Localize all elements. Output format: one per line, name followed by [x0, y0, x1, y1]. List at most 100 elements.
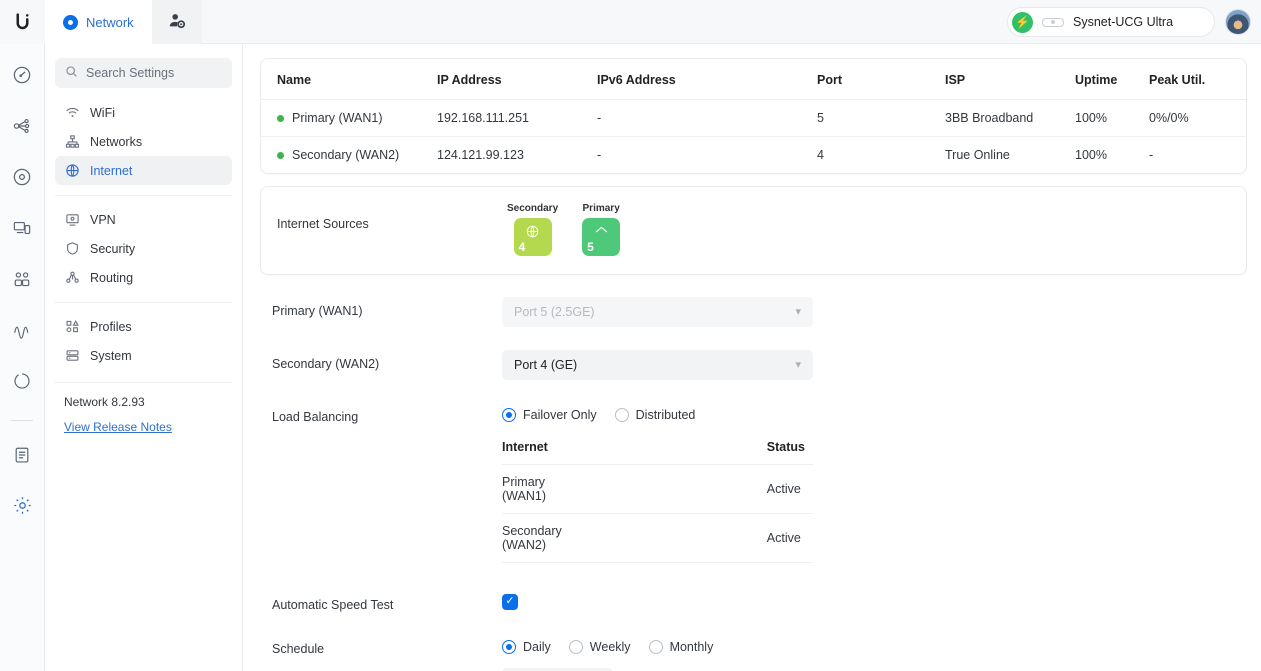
table-row[interactable]: Primary (WAN1) 192.168.111.251 - 5 3BB B…	[261, 99, 1246, 137]
rail-item-logs[interactable]	[5, 440, 39, 474]
cell-status: Active	[576, 513, 813, 563]
radio-label: Failover Only	[523, 408, 597, 422]
chevron-down-icon: ▾	[795, 358, 801, 371]
avatar[interactable]	[1225, 9, 1251, 35]
col-header-name[interactable]: Name	[261, 59, 429, 100]
cell-uptime: 100%	[1075, 148, 1107, 162]
radio-distributed[interactable]: Distributed	[614, 408, 695, 422]
system-icon	[64, 348, 80, 364]
ubiquiti-logo-icon[interactable]	[0, 0, 45, 44]
gauge-icon	[12, 65, 32, 90]
bolt-icon: ⚡	[1012, 11, 1033, 33]
search-input[interactable]: Search Settings	[55, 58, 232, 88]
rail-item-unifi-devices[interactable]	[5, 162, 39, 196]
tab-network-label: Network	[86, 14, 134, 30]
sidebar-item-label: Routing	[90, 270, 134, 285]
cell-isp: True Online	[945, 148, 1010, 162]
radio-weekly[interactable]: Weekly	[568, 640, 631, 654]
col-header-internet: Internet	[502, 440, 577, 465]
sidebar-item-wifi[interactable]: WiFi	[55, 98, 232, 127]
automatic-speed-test-checkbox[interactable]: ✓	[502, 593, 518, 610]
cell-name: Secondary (WAN2)	[261, 137, 429, 174]
sidebar-item-profiles[interactable]: Profiles	[55, 312, 232, 341]
sidebar-item-networks[interactable]: Networks	[55, 127, 232, 156]
radio-button[interactable]	[568, 640, 583, 654]
sidebar-item-routing[interactable]: Routing	[55, 263, 232, 292]
col-header-port[interactable]: Port	[809, 59, 937, 100]
col-header-ipv6[interactable]: IPv6 Address	[589, 59, 809, 100]
rail-item-client-devices[interactable]	[5, 213, 39, 247]
network-circle-icon	[63, 14, 78, 30]
rail-item-clients[interactable]	[5, 264, 39, 298]
internet-form: Primary (WAN1) Port 5 (2.5GE) ▾ Secondar…	[260, 297, 1247, 671]
source-tile-primary[interactable]: Primary 5	[582, 203, 621, 256]
col-header-uptime[interactable]: Uptime	[1067, 59, 1141, 100]
screen-device-icon	[12, 218, 32, 243]
label-secondary-wan: Secondary (WAN2)	[272, 357, 380, 371]
radio-monthly[interactable]: Monthly	[648, 640, 713, 654]
radio-daily[interactable]: Daily	[502, 640, 551, 654]
control-load-balancing: Failover Only Distributed Internet Statu…	[502, 403, 1247, 563]
rail-item-settings[interactable]	[5, 491, 39, 525]
control-speed-test: ✓	[502, 591, 1247, 610]
rail-item-insights[interactable]	[5, 315, 39, 349]
wave-icon	[12, 320, 32, 345]
control-secondary-wan: Port 4 (GE) ▾	[502, 350, 1247, 380]
tab-network[interactable]: Network	[45, 0, 152, 44]
sidebar-item-system[interactable]: System	[55, 341, 232, 370]
gear-icon	[12, 495, 33, 521]
source-tile-secondary[interactable]: Secondary 4	[507, 203, 558, 256]
tile-caption: Secondary	[507, 203, 559, 214]
tile-port-number: 4	[518, 240, 526, 254]
radio-failover-only[interactable]: Failover Only	[502, 408, 597, 422]
sidebar-item-security[interactable]: Security	[55, 234, 232, 263]
form-row-speed-test: Automatic Speed Test ✓	[272, 591, 1247, 612]
device-selector[interactable]: ⚡ Sysnet-UCG Ultra	[1007, 7, 1215, 37]
table-row[interactable]: Secondary (WAN2) 124.121.99.123 - 4 True…	[261, 137, 1246, 174]
tab-user-admin[interactable]	[151, 0, 202, 44]
radio-button[interactable]	[648, 640, 663, 654]
rail-item-topology[interactable]	[5, 111, 39, 145]
sidebar-item-internet[interactable]: Internet	[55, 156, 232, 185]
form-row-schedule: Schedule Daily Weekly Monthly	[272, 635, 1247, 671]
wan-name: Secondary (WAN2)	[292, 148, 400, 162]
cell-status: Active	[576, 464, 813, 514]
radio-label: Weekly	[589, 640, 631, 654]
rail-item-dashboard[interactable]	[5, 60, 39, 94]
col-header-ip[interactable]: IP Address	[429, 59, 589, 100]
status-dot-online	[277, 152, 284, 160]
top-right-cluster: ⚡ Sysnet-UCG Ultra	[1007, 7, 1251, 37]
schedule-radio-group: Daily Weekly Monthly	[502, 635, 1247, 654]
chevron-down-icon: ▾	[795, 305, 801, 318]
secondary-wan-select[interactable]: Port 4 (GE) ▾	[502, 350, 813, 380]
label-schedule: Schedule	[272, 642, 325, 656]
sidebar-item-label: System	[90, 348, 132, 363]
col-header-isp[interactable]: ISP	[937, 59, 1067, 100]
cell-isp: 3BB Broadband	[937, 99, 1067, 137]
cell-peak: 0%/0%	[1141, 99, 1246, 137]
cell-ipv6: -	[597, 148, 602, 162]
release-notes-link[interactable]: View Release Notes	[64, 420, 172, 434]
tile-caption: Primary	[582, 203, 620, 214]
rail-item-protect[interactable]	[5, 366, 39, 400]
version-label: Network 8.2.93	[64, 395, 145, 409]
sphere-icon	[12, 371, 32, 396]
port-tile[interactable]: 5	[582, 218, 621, 256]
internet-sources-tiles: Secondary 4 Primary 5	[507, 203, 621, 256]
radio-button[interactable]	[502, 408, 516, 422]
status-table-body: Primary (WAN1) Active Secondary (WAN2) A…	[502, 464, 813, 563]
top-bar: Network ⚡ Sysnet-UCG Ultra	[0, 0, 1261, 44]
label-primary-wan: Primary (WAN1)	[272, 304, 363, 318]
cell-ip: 192.168.111.251	[429, 99, 589, 137]
shield-icon	[64, 241, 80, 257]
sidebar-item-vpn[interactable]: VPN	[55, 205, 232, 234]
port-tile[interactable]: 4	[513, 218, 552, 256]
internet-sources-card: Internet Sources Secondary 4 Primary 5	[260, 186, 1247, 275]
radio-button[interactable]	[614, 408, 629, 422]
col-header-peak[interactable]: Peak Util.	[1141, 59, 1246, 100]
wan-table: Name IP Address IPv6 Address Port ISP Up…	[261, 59, 1246, 173]
radio-label: Daily	[523, 640, 551, 654]
radio-button[interactable]	[502, 640, 516, 654]
chevron-up-icon	[582, 224, 620, 236]
rail-divider	[11, 420, 33, 421]
